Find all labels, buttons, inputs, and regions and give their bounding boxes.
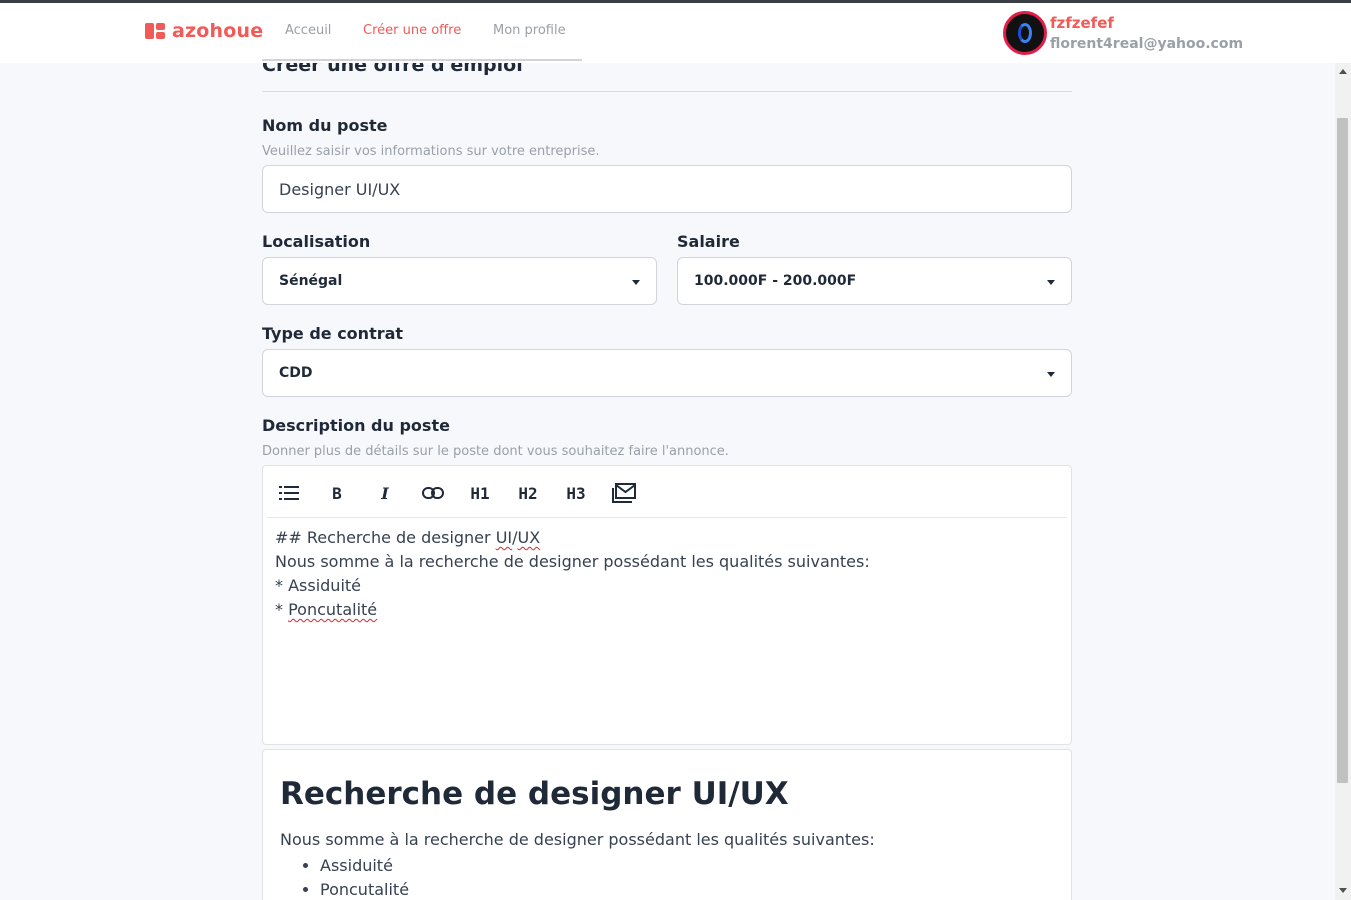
chevron-down-icon (1047, 372, 1055, 377)
preview-heading: Recherche de designer UI/UX (280, 776, 789, 812)
location-select[interactable]: Sénégal (262, 257, 657, 305)
heading3-icon[interactable]: H3 (563, 480, 589, 506)
job-title-hint: Veuillez saisir vos informations sur vot… (262, 144, 600, 159)
salary-selected-value: 100.000F - 200.000F (694, 273, 857, 289)
list-icon[interactable] (277, 480, 301, 506)
scroll-down-arrow-icon[interactable] (1339, 888, 1347, 893)
brand-name: azohoue (172, 20, 264, 42)
scrollbar[interactable] (1335, 63, 1351, 900)
location-selected-value: Sénégal (279, 273, 343, 289)
salary-label: Salaire (677, 232, 740, 251)
editor-content[interactable]: ## Recherche de designer UI/UX Nous somm… (275, 526, 1055, 622)
chevron-down-icon (1047, 280, 1055, 285)
navbar: azohoue Acceuil Créer une offre Mon prof… (0, 3, 1351, 63)
bold-icon[interactable]: B (325, 480, 349, 506)
heading-underline-accent (262, 59, 582, 61)
scroll-thumb[interactable] (1337, 118, 1348, 783)
avatar[interactable] (1003, 11, 1047, 55)
divider (262, 91, 1072, 92)
nav-link-creer-offre[interactable]: Créer une offre (363, 23, 461, 38)
editor-toolbar: B I H1 H2 H3 (267, 466, 1067, 518)
contract-selected-value: CDD (279, 365, 313, 381)
mail-icon[interactable] (611, 480, 637, 506)
contract-select[interactable]: CDD (262, 349, 1072, 397)
markdown-editor: B I H1 H2 H3 ## Recherche de designer UI… (262, 465, 1072, 745)
preview-list: Assiduité Poncutalité (320, 854, 409, 900)
brand-logo[interactable]: azohoue (145, 20, 263, 42)
chevron-down-icon (632, 280, 640, 285)
job-title-label: Nom du poste (262, 116, 388, 135)
editor-line: * Poncutalité (275, 600, 378, 619)
description-hint: Donner plus de détails sur le poste dont… (262, 444, 729, 459)
scroll-up-arrow-icon[interactable] (1339, 69, 1347, 74)
nav-link-mon-profile[interactable]: Mon profile (493, 23, 566, 38)
nav-link-acceuil[interactable]: Acceuil (285, 23, 331, 38)
logo-icon (145, 23, 166, 39)
salary-select[interactable]: 100.000F - 200.000F (677, 257, 1072, 305)
job-title-input[interactable] (262, 165, 1072, 213)
editor-line: * Assiduité (275, 576, 362, 595)
description-label: Description du poste (262, 416, 450, 435)
location-label: Localisation (262, 232, 371, 251)
markdown-preview: Recherche de designer UI/UX Nous somme à… (262, 749, 1072, 900)
italic-icon[interactable]: I (373, 480, 397, 506)
user-email: florent4real@yahoo.com (1050, 36, 1244, 52)
heading1-icon[interactable]: H1 (467, 480, 493, 506)
editor-line: ## Recherche de designer UI/UX (275, 528, 541, 547)
avatar-logo-icon (1018, 23, 1032, 43)
preview-paragraph: Nous somme à la recherche de designer po… (280, 830, 875, 849)
list-item: Assiduité (320, 854, 409, 878)
user-name[interactable]: fzfzefef (1050, 14, 1114, 32)
contract-label: Type de contrat (262, 324, 404, 343)
list-item: Poncutalité (320, 878, 409, 900)
heading2-icon[interactable]: H2 (515, 480, 541, 506)
link-icon[interactable] (420, 480, 446, 506)
editor-line: Nous somme à la recherche de designer po… (275, 552, 870, 571)
